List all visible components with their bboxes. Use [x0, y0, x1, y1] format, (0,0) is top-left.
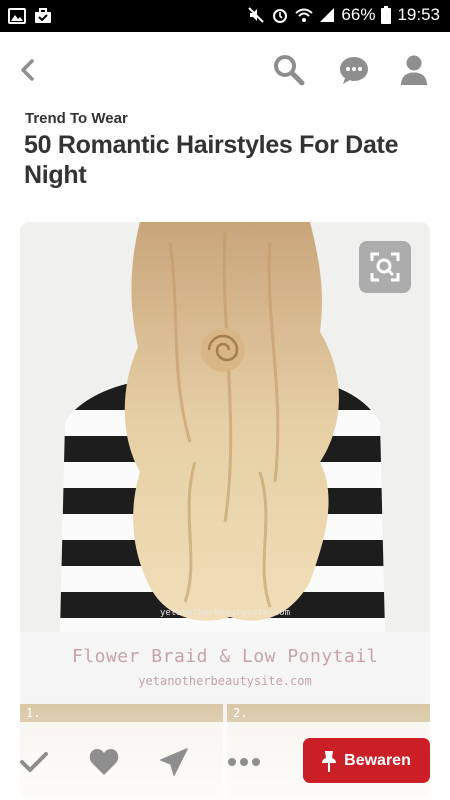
thumbnail-number: 2.	[233, 706, 248, 720]
heart-icon[interactable]	[84, 742, 124, 782]
status-bar: 66% 19:53	[0, 0, 450, 32]
battery-icon	[381, 6, 392, 24]
save-label: Bewaren	[344, 751, 411, 769]
image-watermark: yetanotherbeautysite.com	[159, 608, 291, 618]
profile-icon[interactable]	[396, 52, 432, 88]
checkmark-icon[interactable]	[14, 742, 54, 782]
wifi-icon	[295, 6, 314, 24]
pin-card[interactable]: yetanotherbeautysite.com Flower Braid & …	[20, 222, 430, 800]
alarm-icon	[271, 6, 289, 24]
clock: 19:53	[397, 5, 440, 24]
search-icon[interactable]	[271, 52, 307, 88]
more-icon[interactable]	[224, 742, 264, 782]
battery-percent: 66%	[341, 5, 376, 24]
caption-title: Flower Braid & Low Ponytail	[71, 646, 379, 667]
back-arrow-icon[interactable]	[10, 52, 46, 88]
caption-url: yetanotherbeautysite.com	[138, 674, 312, 688]
visual-search-icon[interactable]	[359, 241, 411, 293]
caption-band: Flower Braid & Low Ponytail yetanotherbe…	[20, 632, 430, 702]
thumbnail-number: 1.	[26, 706, 41, 720]
board-kicker[interactable]: Trend To Wear	[25, 110, 128, 127]
mute-icon	[247, 6, 265, 24]
save-button[interactable]: Bewaren	[303, 738, 430, 783]
top-nav	[0, 32, 450, 108]
briefcase-icon	[34, 7, 52, 25]
action-bar: Bewaren	[0, 722, 450, 800]
signal-icon	[319, 6, 335, 24]
page-title: 50 Romantic Hairstyles For Date Night	[24, 131, 399, 189]
image-icon	[8, 7, 26, 25]
send-icon[interactable]	[154, 742, 194, 782]
messages-icon[interactable]	[336, 52, 372, 88]
pin-icon	[322, 750, 337, 772]
